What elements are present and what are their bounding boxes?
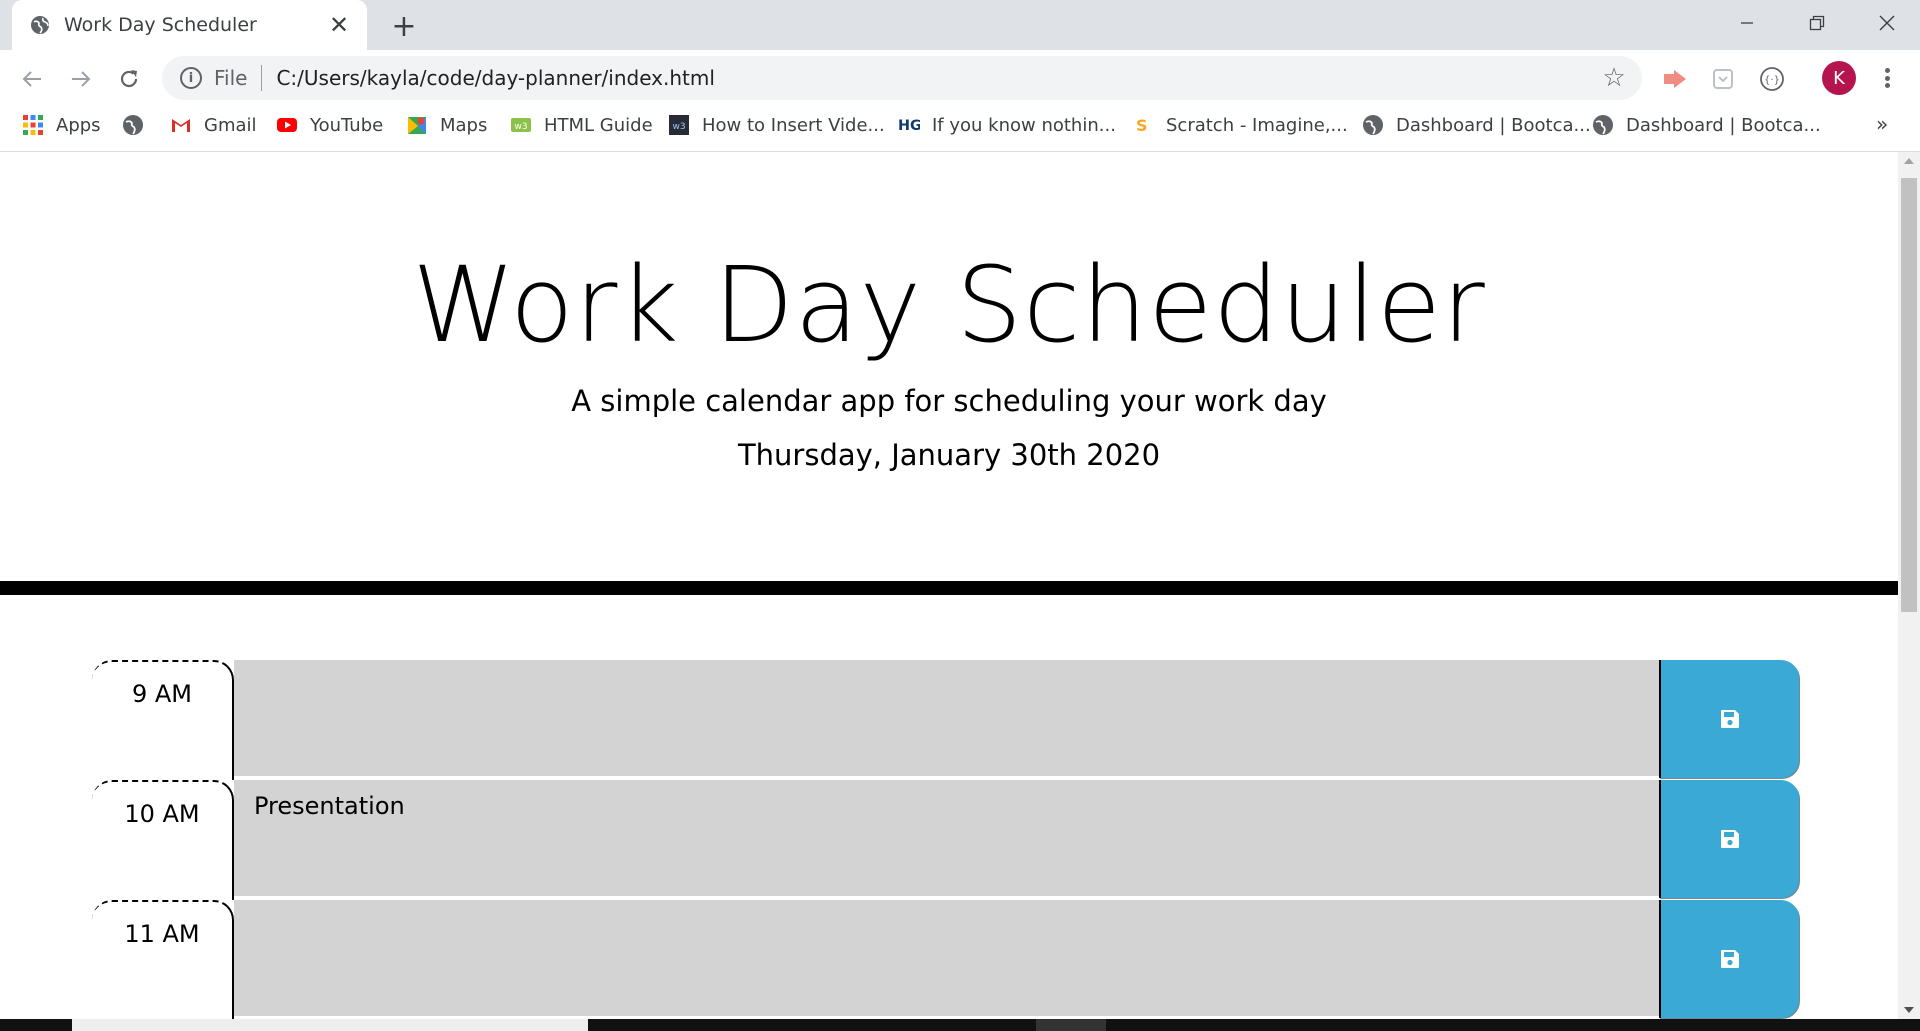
window-close-icon[interactable]: [1852, 0, 1920, 45]
scroll-down-icon[interactable]: [1904, 1007, 1914, 1013]
more-bookmarks-icon[interactable]: »: [1876, 112, 1888, 136]
minimize-icon[interactable]: [1712, 0, 1782, 45]
os-taskbar: [0, 1019, 1920, 1031]
extension-pocket-icon[interactable]: [1708, 64, 1738, 94]
svg-text:w3: w3: [672, 122, 685, 132]
browser-toolbar: i File C:/Users/kayla/code/day-planner/i…: [0, 50, 1920, 106]
page-title: Work Day Scheduler: [412, 244, 1486, 366]
apps-grid-icon: [23, 115, 43, 135]
hour-label: 9 AM: [92, 660, 234, 780]
page-content: Work Day Scheduler A simple calendar app…: [0, 152, 1898, 1019]
close-tab-icon[interactable]: ✕: [325, 11, 353, 39]
bookmark-insert-video[interactable]: w3 How to Insert Vide...: [668, 106, 885, 144]
reload-icon[interactable]: [114, 64, 144, 94]
bookmark-maps[interactable]: Maps: [406, 106, 487, 144]
hour-label: 10 AM: [92, 780, 234, 900]
svg-text:S: S: [1136, 116, 1148, 135]
forward-arrow-icon[interactable]: [66, 64, 96, 94]
save-button[interactable]: [1659, 660, 1799, 778]
browser-window: Work Day Scheduler ✕ + i File C:/Users/k…: [0, 0, 1920, 1031]
info-icon[interactable]: i: [180, 67, 202, 89]
event-description[interactable]: Presentation: [234, 780, 1659, 898]
svg-text:w3: w3: [514, 122, 527, 132]
bookmark-gmail[interactable]: Gmail: [170, 106, 257, 144]
floppy-disk-icon: [1721, 710, 1739, 728]
back-arrow-icon[interactable]: [17, 64, 47, 94]
svg-text:{·}: {·}: [1764, 75, 1780, 86]
address-bar[interactable]: i File C:/Users/kayla/code/day-planner/i…: [162, 56, 1642, 100]
taskbar-segment: [72, 1019, 588, 1031]
w3-icon: w3: [511, 118, 531, 132]
bookmark-apps[interactable]: Apps: [22, 106, 101, 144]
bookmark-label: Dashboard | Bootca...: [1626, 114, 1821, 136]
bookmark-label: If you know nothin...: [932, 114, 1116, 136]
new-tab-button[interactable]: +: [388, 9, 420, 44]
time-block-row: 10 AM Presentation: [92, 780, 1799, 900]
save-button[interactable]: [1659, 900, 1799, 1018]
svg-text:HG: HG: [898, 118, 920, 134]
bookmarks-bar: Apps Gmail YouTube Maps w3 HTML Guide w3…: [0, 106, 1920, 152]
more-menu-icon[interactable]: [1872, 62, 1902, 94]
bookmark-hg[interactable]: HG If you know nothin...: [898, 106, 1116, 144]
hour-label: 11 AM: [92, 900, 234, 1019]
scrollbar-thumb[interactable]: [1901, 178, 1917, 612]
event-description[interactable]: [234, 900, 1659, 1018]
profile-avatar[interactable]: K: [1822, 61, 1856, 95]
header-jumbotron: Work Day Scheduler A simple calendar app…: [0, 152, 1898, 595]
tab-title: Work Day Scheduler: [64, 14, 257, 36]
bookmark-label: Gmail: [204, 114, 257, 136]
event-description[interactable]: [234, 660, 1659, 778]
hg-icon: HG: [898, 118, 920, 134]
page-subtitle: A simple calendar app for scheduling you…: [571, 384, 1327, 418]
extension-code-icon[interactable]: {·}: [1757, 64, 1787, 94]
bookmark-html-guide[interactable]: w3 HTML Guide: [510, 106, 653, 144]
floppy-disk-icon: [1721, 950, 1739, 968]
gmail-icon: [172, 119, 190, 132]
bookmark-dashboard-1[interactable]: Dashboard | Bootca...: [1362, 106, 1591, 144]
globe-icon: [1593, 115, 1613, 135]
save-button[interactable]: [1659, 780, 1799, 898]
bookmark-label: HTML Guide: [544, 114, 653, 136]
tab-work-day-scheduler[interactable]: Work Day Scheduler ✕: [12, 0, 367, 50]
globe-icon: [123, 115, 143, 135]
scratch-icon: S: [1136, 116, 1148, 135]
bookmark-label: YouTube: [310, 114, 384, 136]
page-scrollbar[interactable]: [1898, 152, 1920, 1019]
floppy-disk-icon: [1721, 830, 1739, 848]
restore-icon[interactable]: [1782, 0, 1852, 45]
scroll-up-icon[interactable]: [1904, 158, 1914, 164]
bookmark-globe[interactable]: [122, 106, 156, 144]
globe-icon: [1363, 115, 1383, 135]
omnibox-divider: [261, 65, 263, 91]
url-text[interactable]: C:/Users/kayla/code/day-planner/index.ht…: [276, 66, 1594, 90]
url-scheme: File: [214, 66, 248, 90]
bookmark-youtube[interactable]: YouTube: [276, 106, 383, 144]
bookmark-label: How to Insert Vide...: [702, 114, 885, 136]
youtube-icon: [277, 118, 297, 132]
bookmark-star-icon[interactable]: ☆: [1594, 63, 1634, 93]
maps-icon: [408, 117, 426, 134]
w3schools-icon: w3: [669, 115, 689, 135]
current-date: Thursday, January 30th 2020: [737, 438, 1161, 472]
bookmark-dashboard-2[interactable]: Dashboard | Bootca...: [1592, 106, 1821, 144]
extension-arrow-icon[interactable]: [1660, 64, 1690, 94]
globe-icon: [31, 16, 49, 34]
bookmark-label: Maps: [440, 114, 488, 136]
bookmark-label: Scratch - Imagine,...: [1166, 114, 1348, 136]
bookmark-label: Apps: [56, 114, 101, 136]
taskbar-segment: [1036, 1019, 1106, 1031]
time-block-row: 9 AM: [92, 660, 1799, 780]
bookmark-label: Dashboard | Bootca...: [1396, 114, 1591, 136]
tab-strip: Work Day Scheduler ✕ +: [0, 0, 1920, 50]
bookmark-scratch[interactable]: S Scratch - Imagine,...: [1132, 106, 1348, 144]
time-block-row: 11 AM: [92, 900, 1799, 1019]
